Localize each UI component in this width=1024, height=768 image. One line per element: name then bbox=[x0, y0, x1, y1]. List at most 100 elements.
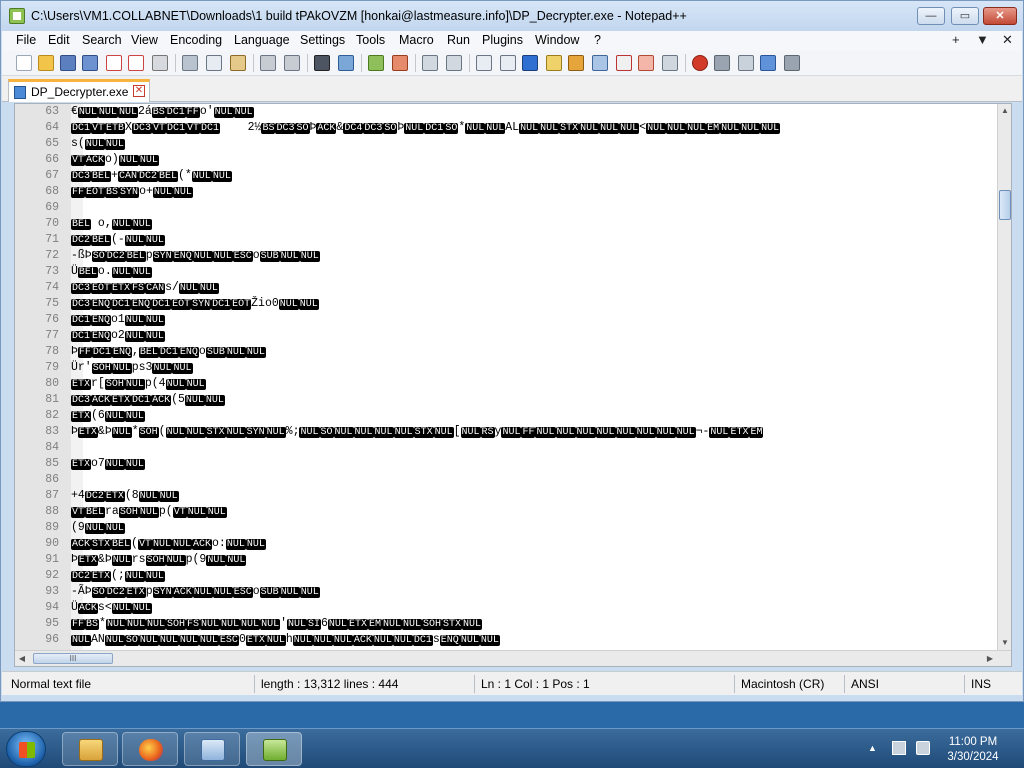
tab-list-down-icon[interactable]: ▼ bbox=[976, 32, 989, 47]
line-text[interactable]: s(NUL NUL bbox=[71, 136, 125, 153]
menu-macro[interactable]: Macro bbox=[399, 33, 434, 47]
redo-icon[interactable] bbox=[284, 55, 300, 71]
taskbar-clock[interactable]: 11:00 PM 3/30/2024 bbox=[944, 735, 1002, 765]
print-icon[interactable] bbox=[152, 55, 168, 71]
line-text[interactable]: VT ACKo)NUL NUL bbox=[71, 152, 159, 169]
menu-window[interactable]: Window bbox=[535, 33, 579, 47]
line-text[interactable]: ÞETX&ÞNULrsSOH NULp(9NUL NUL bbox=[71, 552, 247, 569]
scroll-down-arrow-icon[interactable]: ▼ bbox=[998, 636, 1012, 650]
line-text[interactable]: DC2 ETX(;NUL NUL bbox=[71, 568, 165, 585]
sync-v-icon[interactable] bbox=[422, 55, 438, 71]
sync-h-icon[interactable] bbox=[446, 55, 462, 71]
editor-line[interactable]: 82 ETX(6NUL NUL bbox=[15, 408, 997, 424]
line-text[interactable]: VT BELraSOH NULp(VT NUL NUL bbox=[71, 504, 227, 521]
line-text[interactable]: ETXr[SOH NULp(4NUL NUL bbox=[71, 376, 206, 393]
editor-line[interactable]: 94 ÜACKs<NUL NUL bbox=[15, 600, 997, 616]
run-macro-multiple-icon[interactable] bbox=[760, 55, 776, 71]
taskbar-network[interactable] bbox=[184, 732, 240, 766]
line-text[interactable]: FF EOT BS SYNo+NUL NUL bbox=[71, 184, 193, 201]
editor-line[interactable]: 76 DC1 ENQo1NUL NUL bbox=[15, 312, 997, 328]
eye-icon[interactable] bbox=[662, 55, 678, 71]
new-file-icon[interactable] bbox=[16, 55, 32, 71]
find-icon[interactable] bbox=[314, 55, 330, 71]
udl-icon[interactable] bbox=[546, 55, 562, 71]
text-lines[interactable]: 63 €NUL NUL NUL2áBS DC1 FFo'NUL NUL 64 DC1 VT ETBX… bbox=[15, 104, 997, 650]
menu-edit[interactable]: Edit bbox=[48, 33, 70, 47]
close-icon[interactable] bbox=[106, 55, 122, 71]
tab-close-icon[interactable]: ✕ bbox=[133, 85, 145, 97]
line-text[interactable]: ACK STX BEL(VT NUL NUL ACKo:NUL NUL bbox=[71, 536, 266, 553]
line-text[interactable]: DC3 ENQ DC1 ENQ DC1 EOT SYN DC1 EOTŽio0NUL NUL bbox=[71, 296, 319, 313]
function-list-icon[interactable] bbox=[592, 55, 608, 71]
line-text[interactable]: ÜBELo.NUL NUL bbox=[71, 264, 152, 281]
editor-line[interactable]: 89 (9NUL NUL bbox=[15, 520, 997, 536]
editor-line[interactable]: 88 VT BELraSOH NULp(VT NUL NUL bbox=[15, 504, 997, 520]
zoom-in-icon[interactable] bbox=[368, 55, 384, 71]
maximize-button[interactable]: ▭ bbox=[951, 7, 979, 25]
minimize-button[interactable]: — bbox=[917, 7, 945, 25]
scroll-right-arrow-icon[interactable]: ▶ bbox=[983, 652, 997, 666]
title-bar[interactable]: C:\Users\VM1.COLLABNET\Downloads\1 build… bbox=[1, 1, 1023, 31]
line-text[interactable]: DC3 EOT ETX FS CANs/NUL NUL bbox=[71, 280, 219, 297]
close-doc-icon[interactable]: ✕ bbox=[1002, 32, 1013, 48]
line-text[interactable]: DC1 ENQo1NUL NUL bbox=[71, 312, 165, 329]
editor-line[interactable]: 66 VT ACKo)NUL NUL bbox=[15, 152, 997, 168]
show-all-chars-icon[interactable] bbox=[500, 55, 516, 71]
line-text[interactable]: DC2 BEL(-NUL NUL bbox=[71, 232, 165, 249]
vertical-scroll-thumb[interactable] bbox=[999, 190, 1011, 220]
horizontal-scrollbar[interactable]: ◀ III ▶ bbox=[15, 650, 1011, 666]
editor-line[interactable]: 74 DC3 EOT ETX FS CANs/NUL NUL bbox=[15, 280, 997, 296]
menu-search[interactable]: Search bbox=[82, 33, 122, 47]
editor-line[interactable]: 70 BEL o,NUL NUL bbox=[15, 216, 997, 232]
line-text[interactable]: DC1 ENQo2NUL NUL bbox=[71, 328, 165, 345]
line-text[interactable]: ETX(6NUL NUL bbox=[71, 408, 145, 425]
line-text[interactable]: -ÃÞSO DC2 ETXpSYN ACK NUL NUL ESCoSUB NUL NUL bbox=[71, 584, 320, 601]
line-text[interactable]: -ßÞSO DC2 BELpSYN ENQ NUL NUL ESCoSUB NUL NUL bbox=[71, 248, 320, 265]
menu-file[interactable]: File bbox=[16, 33, 36, 47]
undo-icon[interactable] bbox=[260, 55, 276, 71]
editor-line[interactable]: 91 ÞETX&ÞNULrsSOH NULp(9NUL NUL bbox=[15, 552, 997, 568]
editor-line[interactable]: 81 DC3 ACK ETX DC1 ACK(5NUL NUL bbox=[15, 392, 997, 408]
tray-show-hidden-icon[interactable]: ▲ bbox=[868, 743, 882, 757]
zoom-out-icon[interactable] bbox=[392, 55, 408, 71]
editor-line[interactable]: 95 FF BS*NUL NUL NUL SOH FS NUL NUL NUL NUL'NUL SI6… bbox=[15, 616, 997, 632]
tray-network-icon[interactable] bbox=[892, 741, 906, 755]
taskbar-notepadpp[interactable] bbox=[246, 732, 302, 766]
close-button[interactable]: ✕ bbox=[983, 7, 1017, 25]
indent-guide-icon[interactable] bbox=[522, 55, 538, 71]
editor-line[interactable]: 87 +4DC2 ETX(8NUL NUL bbox=[15, 488, 997, 504]
line-text[interactable]: €NUL NUL NUL2áBS DC1 FFo'NUL NUL bbox=[71, 104, 254, 121]
editor-line[interactable]: 65 s(NUL NUL bbox=[15, 136, 997, 152]
play-macro-icon[interactable] bbox=[738, 55, 754, 71]
line-text[interactable]: FF BS*NUL NUL NUL SOH FS NUL NUL NUL NUL'NUL SI6NU… bbox=[71, 616, 483, 633]
monitor-icon[interactable] bbox=[638, 55, 654, 71]
menu-settings[interactable]: Settings bbox=[300, 33, 345, 47]
editor-line[interactable]: 63 €NUL NUL NUL2áBS DC1 FFo'NUL NUL bbox=[15, 104, 997, 120]
editor-line[interactable]: 84 bbox=[15, 440, 997, 456]
line-text[interactable]: ETXo7NUL NUL bbox=[71, 456, 145, 473]
menu-view[interactable]: View bbox=[131, 33, 158, 47]
line-text[interactable]: BEL o,NUL NUL bbox=[71, 216, 152, 233]
horizontal-scroll-thumb[interactable]: III bbox=[33, 653, 113, 664]
line-text[interactable]: ÞFF DC1 ENQ,BEL DC1 ENQoSUB NUL NUL bbox=[71, 344, 266, 361]
menu-help[interactable]: ? bbox=[594, 33, 601, 47]
doc-map-icon[interactable] bbox=[568, 55, 584, 71]
line-text[interactable]: NULANNUL SO NUL NUL NUL NUL ESC0ETX NULhNUL NUL N… bbox=[71, 632, 500, 649]
vertical-scrollbar[interactable]: ▲ ▼ bbox=[997, 104, 1011, 650]
line-text[interactable]: DC3 BEL+CAN DC2 BEL(*NUL NUL bbox=[71, 168, 232, 185]
menu-run[interactable]: Run bbox=[447, 33, 470, 47]
editor-line[interactable]: 93 -ÃÞSO DC2 ETXpSYN ACK NUL NUL ESCoSUB NUL NUL bbox=[15, 584, 997, 600]
scroll-left-arrow-icon[interactable]: ◀ bbox=[15, 652, 29, 666]
editor-line[interactable]: 71 DC2 BEL(-NUL NUL bbox=[15, 232, 997, 248]
editor-line[interactable]: 96 NULANNUL SO NUL NUL NUL NUL ESC0ETX NULhNUL NU… bbox=[15, 632, 997, 648]
editor-line[interactable]: 67 DC3 BEL+CAN DC2 BEL(*NUL NUL bbox=[15, 168, 997, 184]
editor-line[interactable]: 78 ÞFF DC1 ENQ,BEL DC1 ENQoSUB NUL NUL bbox=[15, 344, 997, 360]
tray-volume-muted-icon[interactable] bbox=[916, 741, 930, 755]
editor-area[interactable]: 63 €NUL NUL NUL2áBS DC1 FFo'NUL NUL 64 DC1 VT ETBX… bbox=[14, 103, 1012, 667]
editor-line[interactable]: 85 ETXo7NUL NUL bbox=[15, 456, 997, 472]
start-button[interactable] bbox=[6, 731, 46, 767]
editor-line[interactable]: 72 -ßÞSO DC2 BELpSYN ENQ NUL NUL ESCoSUB NUL NUL bbox=[15, 248, 997, 264]
editor-line[interactable]: 73 ÜBELo.NUL NUL bbox=[15, 264, 997, 280]
copy-icon[interactable] bbox=[206, 55, 222, 71]
save-all-icon[interactable] bbox=[82, 55, 98, 71]
